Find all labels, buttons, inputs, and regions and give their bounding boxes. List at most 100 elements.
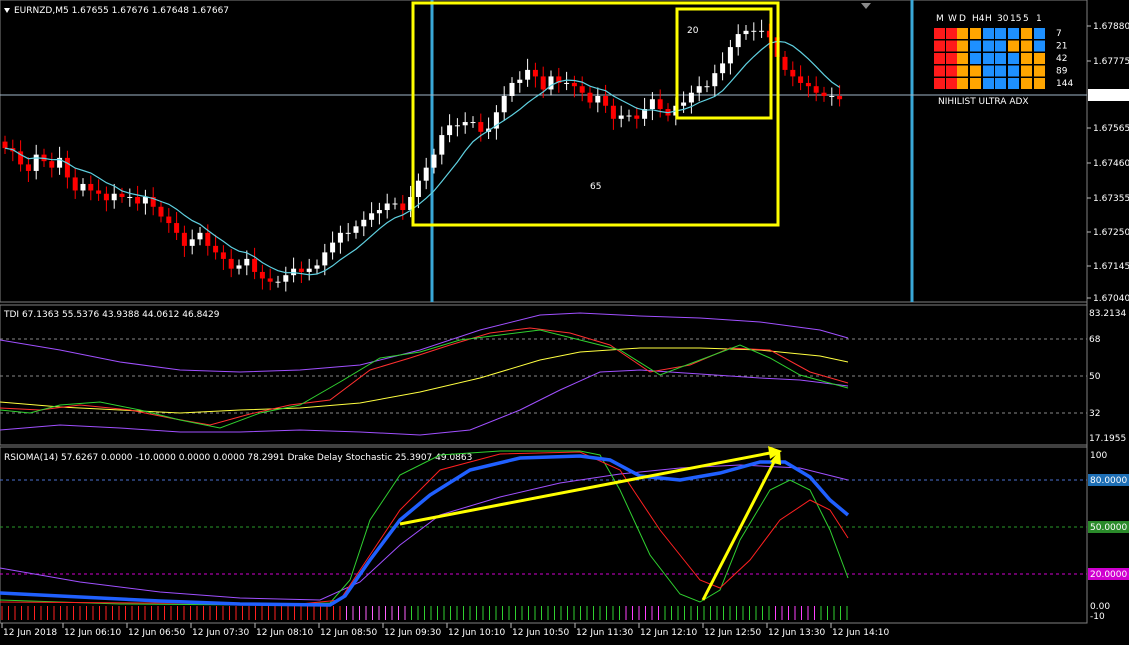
time-label: 12 Jun 14:10 xyxy=(832,628,889,638)
bull-candle xyxy=(291,268,297,276)
bull-candle xyxy=(704,86,710,88)
mtf-cell xyxy=(970,40,981,52)
bear-candle xyxy=(2,141,8,149)
current-price-label: 1.67667 xyxy=(1092,91,1129,101)
bear-candle xyxy=(805,82,811,87)
mtf-header: 15 xyxy=(1010,14,1021,24)
mtf-period: 89 xyxy=(1056,67,1068,77)
bull-candle xyxy=(283,275,289,282)
price-tick-label: 1.67775 xyxy=(1093,57,1129,67)
mtf-header: W xyxy=(948,14,957,24)
bull-candle xyxy=(735,34,741,48)
mtf-cell xyxy=(970,28,981,39)
bear-candle xyxy=(821,92,827,96)
mtf-cell xyxy=(934,65,945,77)
mtf-cell xyxy=(957,78,968,89)
mtf-period: 7 xyxy=(1056,29,1062,39)
bull-candle xyxy=(384,203,390,211)
bull-candle xyxy=(712,73,718,87)
bull-candle xyxy=(361,219,367,227)
mtf-header: D xyxy=(959,14,966,24)
rsioma-tick-label: 50.0000 xyxy=(1090,523,1127,533)
price-tick-label: 1.67250 xyxy=(1093,228,1129,238)
bear-candle xyxy=(478,122,484,132)
bull-candle xyxy=(306,268,312,272)
time-label: 12 Jun 2018 xyxy=(3,628,57,638)
mtf-cell xyxy=(1034,40,1045,52)
mtf-cell xyxy=(934,28,945,39)
tdi-tick-label: 32 xyxy=(1089,409,1100,419)
mtf-cell xyxy=(995,65,1006,77)
rsioma-tick-label: 0.00 xyxy=(1090,602,1110,612)
bull-candle xyxy=(743,30,749,35)
bear-candle xyxy=(135,196,141,204)
price-tick-label: 1.67565 xyxy=(1093,124,1129,134)
bear-candle xyxy=(579,86,585,93)
rsioma-pane-frame xyxy=(0,446,1088,624)
box-label-20: 20 xyxy=(687,26,699,36)
mtf-cell xyxy=(946,28,957,39)
mtf-header: H xyxy=(985,14,992,24)
main-pane-frame xyxy=(0,0,1088,303)
bear-candle xyxy=(119,193,125,197)
bull-candle xyxy=(681,102,687,106)
trading-chart[interactable]: 20 65 EURNZD,M5 1.67655 1.67676 1.67648 1.… xyxy=(0,0,1129,645)
mtf-cell xyxy=(957,53,968,64)
mtf-period: 21 xyxy=(1056,42,1067,52)
bull-candle xyxy=(369,213,375,220)
bull-candle xyxy=(33,154,39,171)
mtf-cell xyxy=(1021,78,1032,89)
bear-candle xyxy=(587,92,593,103)
bull-candle xyxy=(564,82,570,84)
bull-candle xyxy=(337,232,343,243)
mtf-title: NIHILIST ULTRA ADX xyxy=(938,97,1029,107)
mtf-cell xyxy=(983,65,994,77)
bull-candle xyxy=(127,196,133,198)
divergence-arrow-line xyxy=(399,451,771,526)
bull-candle xyxy=(423,167,429,181)
time-label: 12 Jun 08:50 xyxy=(320,628,377,638)
mtf-cell xyxy=(1008,28,1019,39)
tdi-pane-frame xyxy=(0,304,1088,446)
mtf-cell xyxy=(957,40,968,52)
bull-candle xyxy=(517,79,523,83)
time-label: 12 Jun 13:30 xyxy=(768,628,825,638)
bull-candle xyxy=(501,95,507,113)
bull-candle xyxy=(330,242,336,253)
mtf-period: 144 xyxy=(1056,79,1073,89)
bull-candle xyxy=(759,30,765,32)
bull-candle xyxy=(509,82,515,96)
bear-candle xyxy=(571,82,577,87)
mtf-cell xyxy=(983,28,994,39)
price-tick-label: 1.67880 xyxy=(1093,22,1129,32)
tdi-lower-band xyxy=(0,369,849,436)
bear-candle xyxy=(798,76,804,83)
bear-candle xyxy=(72,177,78,191)
rsioma-line xyxy=(0,454,850,607)
bear-candle xyxy=(252,258,258,272)
bull-candle xyxy=(244,258,250,266)
bull-candle xyxy=(142,196,148,204)
mtf-cell xyxy=(946,65,957,77)
bull-candle xyxy=(720,63,726,74)
bull-candle xyxy=(525,69,531,80)
mtf-cell xyxy=(1021,28,1032,39)
time-label: 12 Jun 12:50 xyxy=(704,628,761,638)
stochastic-slow-line xyxy=(0,451,849,605)
bull-candle xyxy=(111,193,117,201)
bull-candle xyxy=(454,125,460,127)
mtf-cell xyxy=(1034,78,1045,89)
tdi-tick-label: 83.2134 xyxy=(1089,309,1126,319)
bull-candle xyxy=(197,232,203,240)
time-label: 12 Jun 10:10 xyxy=(448,628,505,638)
bull-candle xyxy=(431,154,437,168)
bear-candle xyxy=(298,268,304,272)
mtf-header: 30 xyxy=(997,14,1009,24)
mtf-cell xyxy=(957,65,968,77)
bear-candle xyxy=(259,271,265,279)
bear-candle xyxy=(174,223,180,233)
bull-candle xyxy=(322,252,328,266)
mtf-cell xyxy=(995,40,1006,52)
time-label: 12 Jun 10:50 xyxy=(512,628,569,638)
mtf-header: 5 xyxy=(1023,14,1029,24)
